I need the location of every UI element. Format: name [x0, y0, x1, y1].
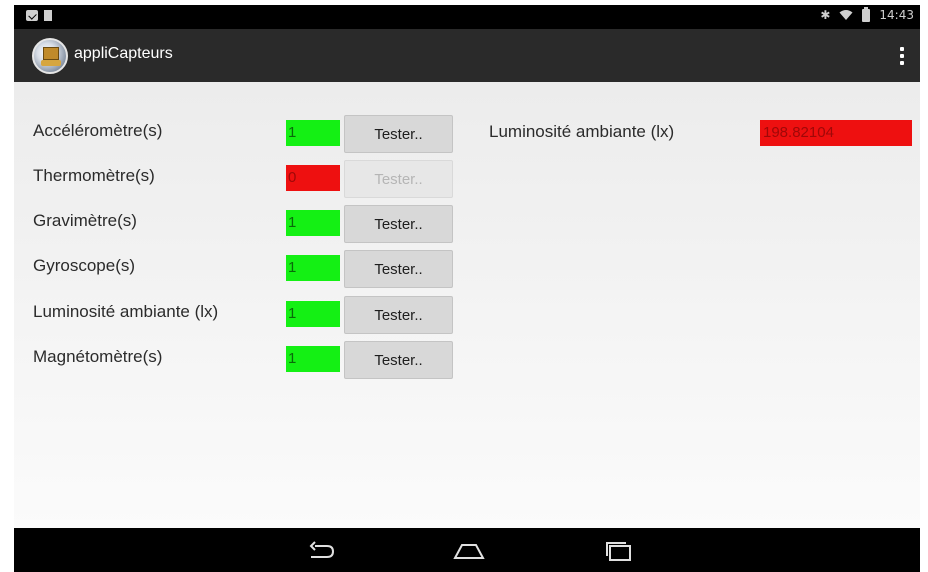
sensor-count-gravimeter: 1: [286, 210, 340, 236]
sensor-label-gravimeter: Gravimètre(s): [33, 211, 137, 230]
sensor-label-accelerometer: Accéléromètre(s): [33, 121, 163, 140]
app-logo-icon[interactable]: [32, 38, 68, 74]
test-button-gravimeter[interactable]: Tester..: [344, 205, 453, 243]
sim-icon: [44, 10, 52, 21]
notification-icon: [26, 10, 38, 21]
sensor-label-gyroscope: Gyroscope(s): [33, 256, 136, 275]
luminosity-reading-value: 198.82104: [760, 120, 912, 146]
back-icon[interactable]: [292, 536, 352, 566]
sensor-label-luminosity: Luminosité ambiante (lx): [33, 302, 219, 321]
test-button-luminosity[interactable]: Tester..: [344, 296, 453, 334]
home-icon[interactable]: [439, 536, 499, 566]
test-button-thermometer: Tester..: [344, 160, 453, 198]
battery-icon: [862, 6, 871, 22]
bluetooth-icon: ✱: [820, 8, 831, 22]
sensor-count-luminosity: 1: [286, 301, 340, 327]
status-time: 14:43: [879, 8, 914, 22]
luminosity-reading-label: Luminosité ambiante (lx): [489, 122, 675, 141]
sensor-label-thermometer: Thermomètre(s): [33, 166, 155, 185]
action-bar: appliCapteurs: [14, 29, 920, 82]
main-content: Accéléromètre(s) 1 Tester.. Thermomètre(…: [14, 82, 920, 528]
sensor-count-thermometer: 0: [286, 165, 340, 191]
sensor-count-accelerometer: 1: [286, 120, 340, 146]
sensor-label-magnetometer: Magnétomètre(s): [33, 347, 163, 366]
status-right-icons: ✱ 14:43: [820, 6, 914, 22]
sensor-count-gyroscope: 1: [286, 255, 340, 281]
status-left-icons: [26, 10, 52, 21]
navigation-bar: [14, 528, 920, 572]
sensor-count-magnetometer: 1: [286, 346, 340, 372]
status-bar: ✱ 14:43: [14, 5, 920, 29]
test-button-magnetometer[interactable]: Tester..: [344, 341, 453, 379]
recents-icon[interactable]: [589, 536, 649, 566]
test-button-accelerometer[interactable]: Tester..: [344, 115, 453, 153]
device-screen: ✱ 14:43 appliCapteurs Accéléromètre(s) 1…: [14, 5, 920, 572]
wifi-icon: [839, 9, 853, 21]
test-button-gyroscope[interactable]: Tester..: [344, 250, 453, 288]
app-title: appliCapteurs: [74, 45, 173, 62]
overflow-menu-icon[interactable]: [894, 43, 910, 69]
